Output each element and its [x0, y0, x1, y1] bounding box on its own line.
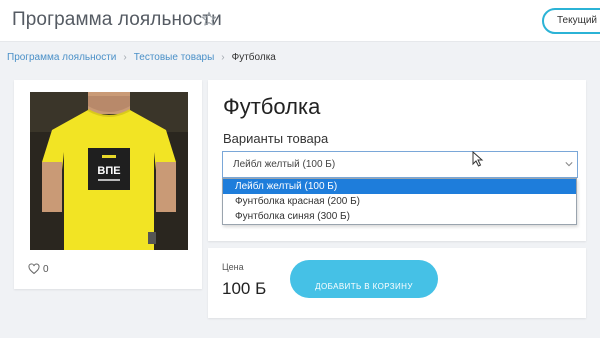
- header-bar: Программа лояльности Текущий с: [0, 0, 600, 42]
- price-value: 100 Б: [222, 279, 267, 298]
- variant-select[interactable]: Лейбл желтый (100 Б): [222, 151, 578, 178]
- breadcrumb-item-current: Футболка: [231, 52, 276, 63]
- add-to-cart-button[interactable]: ДОБАВИТЬ В КОРЗИНУ: [290, 260, 438, 298]
- variant-dropdown-list[interactable]: Лейбл желтый (100 Б) Фунтболка красная (…: [222, 178, 577, 225]
- chevron-right-icon: ›: [123, 52, 127, 63]
- mouse-cursor-icon: [472, 151, 484, 167]
- star-icon[interactable]: [201, 11, 217, 27]
- tshirt-image: ВПЕ: [30, 92, 188, 250]
- dropdown-option[interactable]: Лейбл желтый (100 Б): [223, 179, 576, 194]
- price-label: Цена: [222, 262, 244, 272]
- breadcrumb-item-test-products[interactable]: Тестовые товары: [134, 52, 215, 63]
- chevron-right-icon: ›: [221, 52, 225, 63]
- breadcrumb: Программа лояльности › Тестовые товары ›…: [7, 52, 276, 63]
- variant-select-value: Лейбл желтый (100 Б): [233, 159, 336, 170]
- chevron-down-icon: [565, 162, 573, 167]
- product-image-card: ВПЕ 0: [14, 80, 202, 289]
- purchase-card: Цена 100 Б ДОБАВИТЬ В КОРЗИНУ: [208, 248, 586, 318]
- product-photo: ВПЕ: [30, 92, 188, 250]
- dropdown-option[interactable]: Фунтболка синяя (300 Б): [223, 209, 576, 224]
- breadcrumb-item-loyalty[interactable]: Программа лояльности: [7, 52, 116, 63]
- shirt-print-text: ВПЕ: [97, 165, 120, 177]
- heart-icon[interactable]: [28, 263, 40, 275]
- page-title: Программа лояльности: [12, 9, 222, 30]
- product-name: Футболка: [223, 94, 321, 119]
- like-count: 0: [43, 264, 49, 275]
- dropdown-option[interactable]: Фунтболка красная (200 Б): [223, 194, 576, 209]
- current-button[interactable]: Текущий с: [542, 8, 600, 34]
- variants-label: Варианты товара: [223, 131, 329, 146]
